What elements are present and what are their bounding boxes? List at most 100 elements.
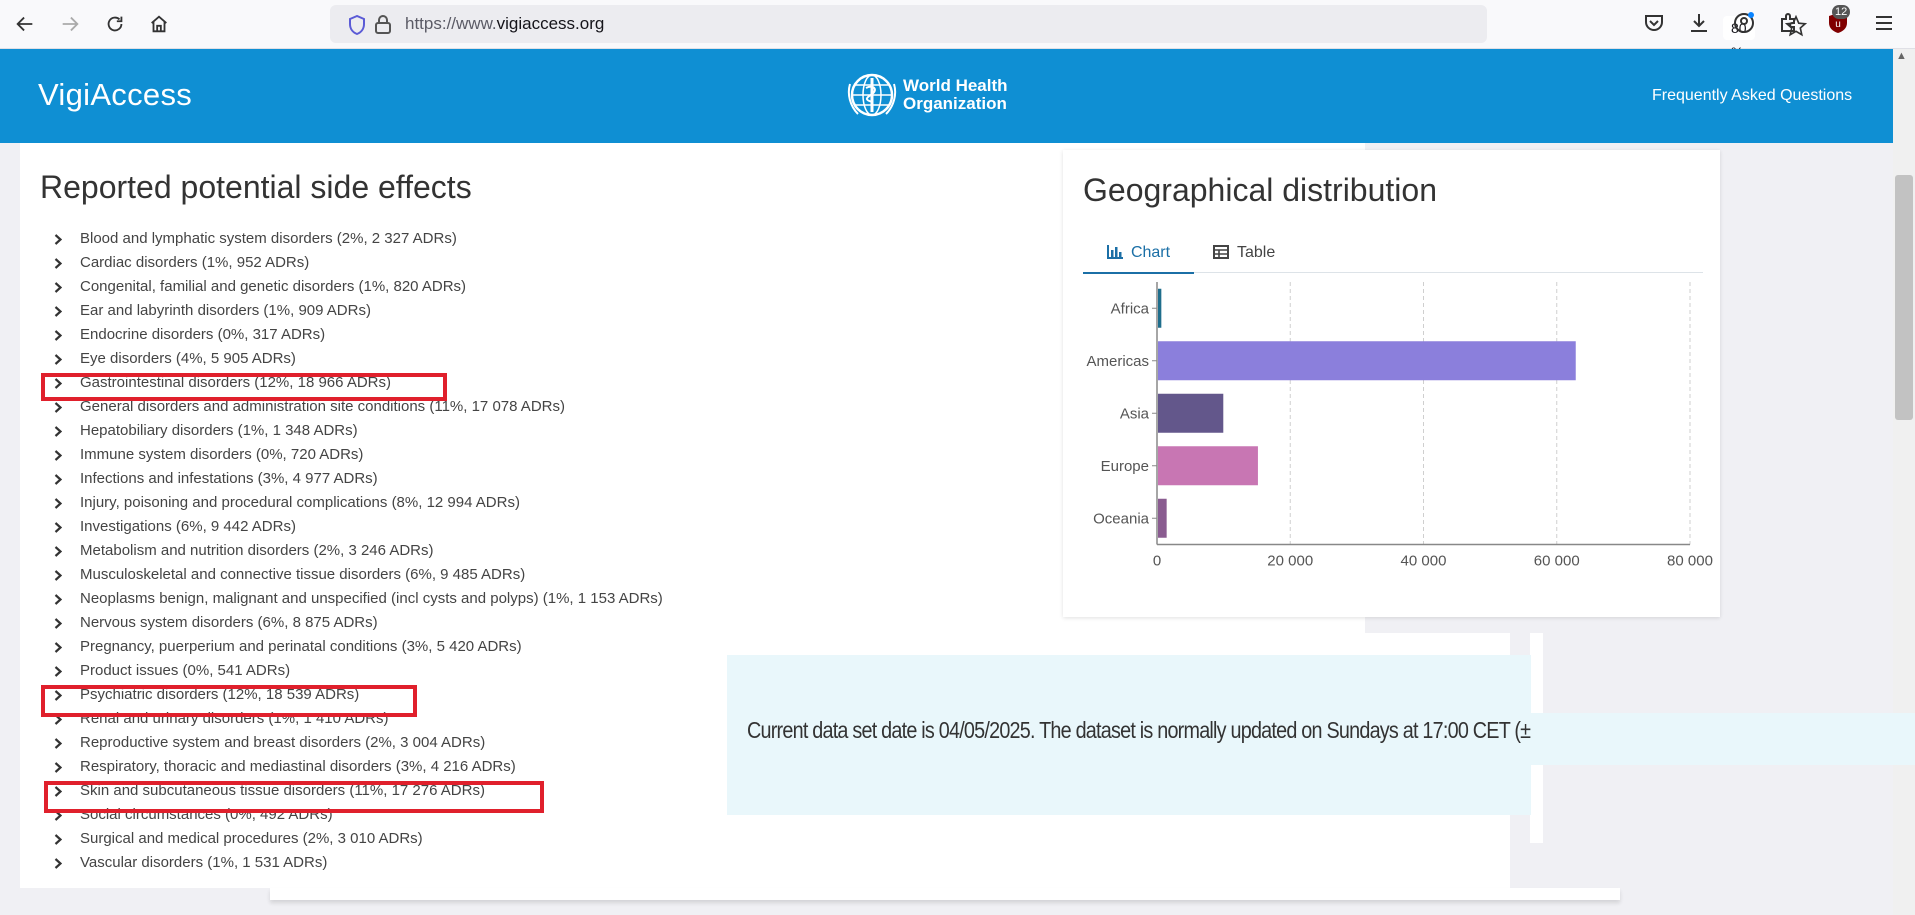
side-effect-item[interactable]: Product issues (0%, 541 ADRs) — [54, 659, 663, 683]
side-effect-item[interactable]: Eye disorders (4%, 5 905 ADRs) — [54, 347, 663, 371]
chevron-right-icon — [54, 354, 62, 365]
side-effect-label: Investigations (6%, 9 442 ADRs) — [80, 518, 296, 535]
side-effect-item[interactable]: Blood and lymphatic system disorders (2%… — [54, 227, 663, 251]
reload-icon — [107, 16, 123, 32]
side-effect-label: Injury, poisoning and procedural complic… — [80, 494, 520, 511]
highlight-box-skin — [44, 781, 544, 813]
category-label: Americas — [1086, 353, 1149, 370]
chevron-right-icon — [54, 594, 62, 605]
side-effect-label: Cardiac disorders (1%, 952 ADRs) — [80, 254, 310, 271]
chevron-right-icon — [54, 282, 62, 293]
url-text[interactable]: https://www.vigiaccess.org — [405, 14, 604, 34]
lock-icon[interactable] — [374, 14, 392, 34]
category-label: Oceania — [1093, 510, 1150, 527]
side-effect-label: Ear and labyrinth disorders (1%, 909 ADR… — [80, 302, 371, 319]
side-effect-label: Neoplasms benign, malignant and unspecif… — [80, 590, 663, 607]
tab-table[interactable]: Table — [1213, 234, 1313, 272]
chevron-right-icon — [54, 858, 62, 869]
site-brand[interactable]: VigiAccess — [38, 77, 192, 113]
category-label: Asia — [1120, 405, 1150, 422]
side-effect-item[interactable]: Pregnancy, puerperium and perinatal cond… — [54, 635, 663, 659]
chevron-right-icon — [54, 666, 62, 677]
geo-bar-chart: 0 20 000 40 000 60 000 80 000 Africa Americas A… — [1086, 282, 1713, 570]
browser-toolbar: https://www.vigiaccess.org 80 % u 12 — [0, 0, 1915, 60]
chevron-right-icon — [54, 738, 62, 749]
scrollbar-thumb[interactable] — [1895, 175, 1913, 420]
dataset-notice: Current data set date is 04/05/2025. The… — [727, 655, 1598, 815]
tracking-shield-icon[interactable] — [348, 15, 366, 35]
category-label: Africa — [1111, 300, 1150, 317]
side-effect-item[interactable]: Vascular disorders (1%, 1 531 ADRs) — [54, 851, 663, 875]
side-effect-label: Pregnancy, puerperium and perinatal cond… — [80, 638, 522, 655]
account-icon[interactable] — [1732, 11, 1756, 35]
pocket-icon[interactable] — [1642, 11, 1666, 35]
category-label: Europe — [1101, 458, 1149, 475]
dataset-notice-text: Current data set date is 04/05/2025. The… — [747, 717, 1598, 743]
back-button[interactable] — [11, 10, 39, 38]
bar-africa[interactable] — [1158, 288, 1162, 328]
chevron-right-icon — [54, 618, 62, 629]
home-icon — [151, 15, 167, 33]
chevron-right-icon — [54, 762, 62, 773]
back-arrow-icon — [16, 16, 33, 32]
address-bar[interactable]: https://www.vigiaccess.org 80 % — [330, 5, 1807, 60]
side-effect-label: Blood and lymphatic system disorders (2%… — [80, 230, 457, 247]
chevron-right-icon — [54, 570, 62, 581]
chevron-right-icon — [54, 498, 62, 509]
side-effect-label: Vascular disorders (1%, 1 531 ADRs) — [80, 854, 328, 871]
side-effects-list: Blood and lymphatic system disorders (2%… — [54, 227, 663, 875]
who-emblem-icon — [847, 73, 897, 117]
side-effect-label: Musculoskeletal and connective tissue di… — [80, 566, 526, 583]
chevron-right-icon — [54, 450, 62, 461]
home-button[interactable] — [145, 10, 173, 38]
downloads-icon[interactable] — [1687, 11, 1711, 35]
side-effect-item[interactable]: Metabolism and nutrition disorders (2%, … — [54, 539, 663, 563]
side-effect-label: Infections and infestations (3%, 4 977 A… — [80, 470, 378, 487]
side-effect-item[interactable]: Respiratory, thoracic and mediastinal di… — [54, 755, 663, 779]
tab-chart-label: Chart — [1130, 244, 1171, 261]
chevron-right-icon — [54, 306, 62, 317]
forward-arrow-icon — [62, 16, 79, 32]
side-effect-item[interactable]: Hepatobiliary disorders (1%, 1 348 ADRs) — [54, 419, 663, 443]
reload-button[interactable] — [101, 10, 129, 38]
side-effect-item[interactable]: Congenital, familial and genetic disorde… — [54, 275, 663, 299]
side-effect-item[interactable]: Infections and infestations (3%, 4 977 A… — [54, 467, 663, 491]
bar-oceania[interactable] — [1158, 498, 1167, 538]
bar-asia[interactable] — [1158, 393, 1224, 433]
side-effect-label: Metabolism and nutrition disorders (2%, … — [80, 542, 434, 559]
x-tick-label: 40 000 — [1401, 553, 1447, 570]
bar-americas[interactable] — [1158, 341, 1576, 381]
side-effect-item[interactable]: Endocrine disorders (0%, 317 ADRs) — [54, 323, 663, 347]
extensions-icon[interactable] — [1777, 11, 1801, 35]
forward-button[interactable] — [56, 10, 84, 38]
who-line-2: Organization — [903, 94, 1007, 113]
side-effect-item[interactable]: Nervous system disorders (6%, 8 875 ADRs… — [54, 611, 663, 635]
side-effect-label: Hepatobiliary disorders (1%, 1 348 ADRs) — [80, 422, 358, 439]
tab-chart[interactable]: Chart — [1083, 234, 1194, 274]
side-effect-item[interactable]: Surgical and medical procedures (2%, 3 0… — [54, 827, 663, 851]
chevron-right-icon — [54, 402, 62, 413]
side-effect-item[interactable]: Ear and labyrinth disorders (1%, 909 ADR… — [54, 299, 663, 323]
chevron-right-icon — [54, 522, 62, 533]
chevron-right-icon — [54, 234, 62, 245]
chevron-right-icon — [54, 258, 62, 269]
side-effect-item[interactable]: Investigations (6%, 9 442 ADRs) — [54, 515, 663, 539]
highlight-box-gastrointestinal — [41, 373, 447, 401]
side-effect-item[interactable]: Musculoskeletal and connective tissue di… — [54, 563, 663, 587]
side-effect-item[interactable]: Neoplasms benign, malignant and unspecif… — [54, 587, 663, 611]
menu-icon[interactable] — [1872, 11, 1896, 35]
bar-europe[interactable] — [1158, 446, 1258, 486]
side-effect-label: Immune system disorders (0%, 720 ADRs) — [80, 446, 364, 463]
side-effect-item[interactable]: Cardiac disorders (1%, 952 ADRs) — [54, 251, 663, 275]
side-effects-title: Reported potential side effects — [40, 169, 472, 205]
side-effect-label: Reproductive system and breast disorders… — [80, 734, 486, 751]
scroll-up-arrow-icon[interactable]: ▲ — [1896, 50, 1907, 62]
site-header: VigiAccess World Health Organization Fre… — [0, 49, 1893, 143]
side-effect-item[interactable]: Reproductive system and breast disorders… — [54, 731, 663, 755]
tab-table-label: Table — [1237, 244, 1276, 261]
chevron-right-icon — [54, 642, 62, 653]
faq-link[interactable]: Frequently Asked Questions — [1652, 87, 1852, 105]
side-effect-item[interactable]: Immune system disorders (0%, 720 ADRs) — [54, 443, 663, 467]
side-effect-item[interactable]: Injury, poisoning and procedural complic… — [54, 491, 663, 515]
side-effect-label: Congenital, familial and genetic disorde… — [80, 278, 467, 295]
